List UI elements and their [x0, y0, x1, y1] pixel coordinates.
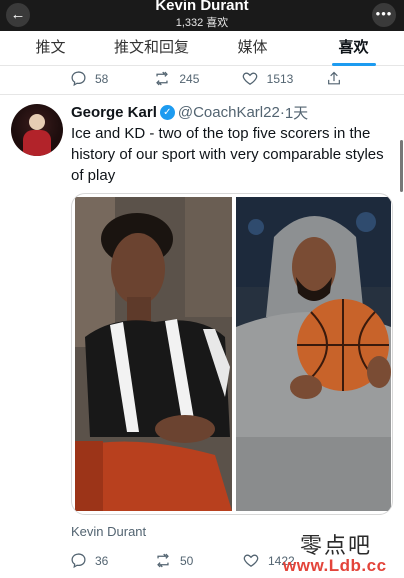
player-left-illustration [75, 197, 232, 511]
watermark-url: www.Ldb.cc [283, 556, 387, 575]
avatar-body [23, 130, 51, 156]
player-right-illustration [236, 197, 391, 511]
reply-count: 36 [95, 553, 109, 568]
reply-icon [71, 71, 86, 87]
tab-tweets-replies[interactable]: 推文和回复 [101, 31, 202, 65]
active-tab-indicator [331, 63, 376, 66]
tweet-time[interactable]: 1天 [285, 102, 308, 123]
tab-tweets[interactable]: 推文 [0, 31, 101, 65]
tab-label: 推文 [35, 39, 66, 56]
profile-header: ← Kevin Durant 1,332 喜欢 ••• [0, 0, 404, 31]
author-handle[interactable]: @CoachKarl22 [178, 104, 280, 121]
more-horizontal-icon: ••• [375, 6, 393, 21]
tab-label: 推文和回复 [113, 39, 189, 56]
profile-tabs: 推文 推文和回复 媒体 喜欢 [0, 31, 404, 66]
more-button[interactable]: ••• [372, 3, 396, 27]
heart-icon [243, 554, 259, 567]
retweet-count: 50 [180, 553, 194, 568]
like-button[interactable]: 1513 [241, 70, 326, 87]
reply-button[interactable]: 58 [70, 70, 153, 87]
heart-icon [242, 72, 257, 85]
reply-button[interactable]: 36 [70, 552, 154, 569]
photo-right-player [236, 197, 391, 511]
tweet-text: Ice and KD - two of the top five scorers… [71, 125, 384, 184]
profile-name: Kevin Durant [155, 0, 249, 14]
reply-count: 58 [95, 71, 109, 86]
tab-media[interactable]: 媒体 [202, 31, 303, 65]
verified-badge-icon: ✓ [159, 105, 175, 120]
like-count: 1513 [266, 71, 294, 86]
avatar-head [29, 114, 45, 130]
retweet-icon [157, 553, 169, 568]
share-icon [328, 71, 340, 85]
photo-left-player [75, 197, 232, 511]
share-button[interactable] [326, 70, 350, 87]
likes-count: 1,332 喜欢 [175, 17, 229, 29]
retweet-count: 245 [179, 71, 200, 86]
retweet-icon [156, 71, 169, 86]
author-avatar[interactable] [11, 104, 63, 156]
tab-label: 媒体 [237, 39, 268, 56]
scrollbar[interactable] [400, 140, 403, 192]
tab-likes[interactable]: 喜欢 [303, 31, 404, 66]
tab-label: 喜欢 [338, 39, 369, 56]
author-name[interactable]: George Karl [71, 104, 157, 121]
retweet-button[interactable]: 50 [154, 552, 242, 569]
reply-icon [71, 553, 86, 569]
prev-tweet-actions: 58 245 1513 [70, 70, 350, 87]
tweet-media[interactable] [71, 193, 393, 515]
retweet-button[interactable]: 245 [153, 70, 240, 87]
tweet-header: George Karl ✓ @CoachKarl22 · 1天 [71, 102, 308, 123]
tweet-divider [0, 94, 404, 95]
media-caption[interactable]: Kevin Durant [71, 524, 146, 539]
